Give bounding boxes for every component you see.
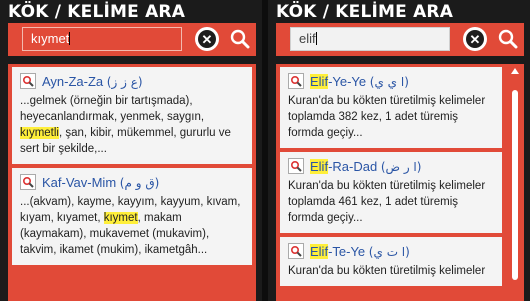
search-icon — [230, 29, 250, 49]
search-input-value: kıymet — [31, 31, 70, 46]
search-panel-left: KÖK / KELİME ARA kıymet ✕ Ayn-Za-Za (ع ز… — [0, 0, 262, 301]
search-panel-right: KÖK / KELİME ARA elif ✕ Elif-Ye-Ye (ا ي … — [268, 0, 530, 301]
root-highlight: Elif — [310, 243, 329, 259]
clear-button[interactable]: ✕ — [463, 27, 487, 51]
root-title[interactable]: Elif-Ye-Ye (ا ي ي) — [310, 73, 409, 89]
result-snippet: Kuran'da bu kökten türetilmiş kelimeler — [288, 265, 486, 277]
search-input[interactable]: elif — [290, 27, 450, 51]
root-title[interactable]: Elif-Ra-Dad (ا ر ض) — [310, 158, 422, 174]
result-header: Kaf-Vav-Mim (ق و م) — [20, 174, 244, 190]
scrollbar-thumb[interactable] — [512, 90, 518, 280]
close-icon: ✕ — [198, 30, 216, 48]
scrollbar[interactable] — [509, 68, 521, 297]
snippet-text: ...gelmek (örneğin bir tartışmada), heye… — [20, 95, 205, 123]
search-button[interactable] — [227, 26, 253, 52]
result-snippet: Kuran'da bu kökten türetilmiş kelimeler … — [288, 95, 486, 139]
root-arabic: (ا ر ض) — [380, 159, 422, 174]
root-arabic: (ا ت ي) — [368, 244, 410, 259]
close-icon: ✕ — [466, 30, 484, 48]
result-item[interactable]: Ayn-Za-Za (ع ز ز) ...gelmek (örneğin bir… — [12, 67, 252, 164]
result-item[interactable]: Elif-Ra-Dad (ا ر ض) Kuran'da bu kökten t… — [280, 152, 502, 233]
magnifier-icon — [20, 174, 36, 190]
result-header: Elif-Te-Ye (ا ت ي) — [288, 243, 494, 259]
result-header: Elif-Ye-Ye (ا ي ي) — [288, 73, 494, 89]
result-snippet: ...gelmek (örneğin bir tartışmada), heye… — [20, 93, 244, 157]
search-icon — [498, 29, 518, 49]
search-button[interactable] — [495, 26, 521, 52]
root-title[interactable]: Kaf-Vav-Mim (ق و م) — [42, 175, 159, 190]
root-latin: -Te-Ye — [328, 243, 366, 259]
magnifier-icon — [288, 158, 304, 174]
root-highlight: Elif — [310, 158, 329, 174]
clear-button[interactable]: ✕ — [195, 27, 219, 51]
root-title[interactable]: Ayn-Za-Za (ع ز ز) — [42, 74, 143, 89]
root-title[interactable]: Elif-Te-Ye (ا ت ي) — [310, 243, 410, 259]
magnifier-icon — [288, 243, 304, 259]
magnifier-icon — [20, 73, 36, 89]
root-arabic: (ا ي ي) — [369, 74, 409, 89]
text-caret — [315, 32, 317, 45]
result-item[interactable]: Elif-Te-Ye (ا ت ي) Kuran'da bu kökten tü… — [280, 237, 502, 286]
result-header: Ayn-Za-Za (ع ز ز) — [20, 73, 244, 89]
root-latin: -Ye-Ye — [328, 73, 367, 89]
result-item[interactable]: Elif-Ye-Ye (ا ي ي) Kuran'da bu kökten tü… — [280, 67, 502, 148]
root-latin: -Ra-Dad — [328, 158, 378, 174]
snippet-highlight: kıymet — [103, 212, 138, 224]
root-arabic: (ق و م) — [119, 175, 160, 190]
root-latin: Ayn-Za-Za — [42, 73, 104, 89]
scroll-up-arrow-icon[interactable] — [511, 68, 519, 74]
search-bar: elif ✕ — [276, 23, 524, 56]
root-highlight: Elif — [310, 73, 329, 89]
magnifier-icon — [288, 73, 304, 89]
result-snippet: ...(akvam), kayme, kayyım, kayyum, kıvam… — [20, 194, 244, 258]
result-item[interactable]: Kaf-Vav-Mim (ق و م) ...(akvam), kayme, k… — [12, 168, 252, 265]
results-list: Elif-Ye-Ye (ا ي ي) Kuran'da bu kökten tü… — [276, 64, 524, 301]
search-input[interactable]: kıymet — [22, 27, 182, 51]
result-header: Elif-Ra-Dad (ا ر ض) — [288, 158, 494, 174]
root-latin: Kaf-Vav-Mim — [42, 174, 117, 190]
results-list: Ayn-Za-Za (ع ز ز) ...gelmek (örneğin bir… — [8, 64, 256, 301]
search-bar: kıymet ✕ — [8, 23, 256, 56]
panel-title: KÖK / KELİME ARA — [276, 2, 454, 22]
root-arabic: (ع ز ز) — [106, 74, 143, 89]
search-input-value: elif — [299, 31, 316, 46]
panel-title: KÖK / KELİME ARA — [8, 2, 186, 22]
result-snippet: Kuran'da bu kökten türetilmiş kelimeler … — [288, 180, 486, 224]
snippet-highlight: kıymetli — [20, 127, 59, 139]
text-caret — [69, 32, 71, 45]
